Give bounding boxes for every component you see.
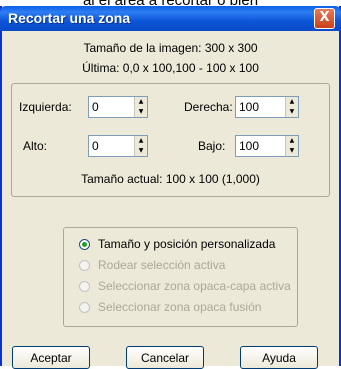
right-input[interactable] [236, 97, 285, 117]
close-button[interactable]: X [314, 8, 335, 29]
option-custom[interactable]: Tamaño y posición personalizada [79, 234, 275, 254]
close-icon: X [319, 10, 330, 25]
bottom-spin-up-icon[interactable]: ▲ [286, 136, 298, 146]
left-spin-down-icon[interactable]: ▼ [135, 107, 147, 117]
option-custom-label: Tamaño y posición personalizada [98, 237, 276, 251]
top-input[interactable] [89, 136, 134, 156]
current-size-label: Tamaño actual: 100 x 100 (1,000) [81, 172, 260, 186]
top-label: Alto: [23, 139, 48, 153]
radio-disabled-icon [79, 280, 90, 292]
radio-disabled-icon [79, 301, 90, 313]
option-surround-selection-label: Rodear selección activa [98, 258, 226, 272]
option-opaque-merged-label: Seleccionar zona opaca fusión [98, 300, 262, 314]
right-spin-up-icon[interactable]: ▲ [286, 97, 298, 107]
left-label: Izquierda: [19, 100, 72, 114]
option-opaque-active-layer-label: Seleccionar zona opaca-capa activa [98, 279, 291, 293]
crop-dialog: Recortar una zona X Tamaño de la imagen:… [0, 6, 341, 369]
option-surround-selection: Rodear selección activa [79, 255, 225, 275]
dialog-title: Recortar una zona [8, 10, 131, 26]
right-spinbox[interactable]: ▲ ▼ [235, 96, 299, 118]
left-spin-up-icon[interactable]: ▲ [135, 97, 147, 107]
top-spinbox[interactable]: ▲ ▼ [88, 135, 148, 157]
radio-selected-icon [79, 238, 90, 250]
crop-values-group: Izquierda: ▲ ▼ Derecha: ▲ ▼ Alto: [11, 83, 330, 197]
dialog-content: Tamaño de la imagen: 300 x 300 Última: 0… [2, 31, 339, 369]
right-label: Derecha: [184, 100, 233, 114]
image-size-label: Tamaño de la imagen: 300 x 300 [83, 41, 258, 55]
right-spin-down-icon[interactable]: ▼ [286, 107, 298, 117]
radio-disabled-icon [79, 259, 90, 271]
title-bar[interactable]: Recortar una zona X [0, 6, 341, 31]
bottom-label: Bajo: [198, 139, 226, 153]
last-crop-label: Última: 0,0 x 100,100 - 100 x 100 [82, 61, 259, 75]
bottom-spinbox[interactable]: ▲ ▼ [235, 135, 299, 157]
option-opaque-merged: Seleccionar zona opaca fusión [79, 297, 261, 317]
left-spinbox[interactable]: ▲ ▼ [88, 96, 148, 118]
top-spin-up-icon[interactable]: ▲ [135, 136, 147, 146]
left-input[interactable] [89, 97, 134, 117]
option-opaque-active-layer: Seleccionar zona opaca-capa activa [79, 276, 291, 296]
bottom-input[interactable] [236, 136, 285, 156]
top-spin-down-icon[interactable]: ▼ [135, 146, 147, 156]
bottom-spin-down-icon[interactable]: ▼ [286, 146, 298, 156]
